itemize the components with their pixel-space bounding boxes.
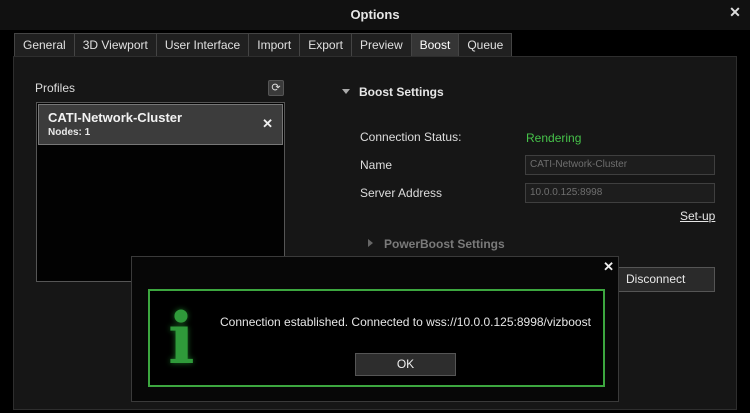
boost-settings-header[interactable]: Boost Settings <box>359 85 444 99</box>
close-icon[interactable]: ✕ <box>603 259 614 275</box>
refresh-icon[interactable]: ⟳ <box>268 80 284 96</box>
ok-button[interactable]: OK <box>355 353 456 376</box>
profile-item[interactable]: CATI-Network-Cluster Nodes: 1 ✕ <box>38 104 283 145</box>
profile-list[interactable]: CATI-Network-Cluster Nodes: 1 ✕ <box>36 102 285 282</box>
name-label: Name <box>360 158 393 172</box>
message-dialog: ✕ i Connection established. Connected to… <box>131 256 619 402</box>
tab-import[interactable]: Import <box>249 33 301 57</box>
powerboost-settings-header[interactable]: PowerBoost Settings <box>384 237 505 251</box>
connection-status-value: Rendering <box>526 131 582 145</box>
tab-boost[interactable]: Boost <box>411 33 460 57</box>
server-address-field[interactable]: 10.0.0.125:8998 <box>525 183 715 203</box>
dialog-message: Connection established. Connected to wss… <box>220 315 591 329</box>
title-bar: Options ✕ <box>0 0 750 30</box>
remove-icon[interactable]: ✕ <box>262 116 273 132</box>
connection-status-label: Connection Status: <box>360 130 462 144</box>
tab-general[interactable]: General <box>14 33 75 57</box>
tab-bar: General 3D Viewport User Interface Impor… <box>14 33 513 57</box>
name-field[interactable]: CATI-Network-Cluster <box>525 155 715 175</box>
expanded-arrow-icon[interactable] <box>342 89 350 94</box>
tab-3d-viewport[interactable]: 3D Viewport <box>74 33 157 57</box>
server-address-label: Server Address <box>360 186 443 200</box>
window-title: Options <box>350 7 400 22</box>
collapsed-arrow-icon[interactable] <box>368 239 373 247</box>
tab-queue[interactable]: Queue <box>459 33 513 57</box>
setup-link[interactable]: Set-up <box>680 209 715 223</box>
close-icon[interactable]: ✕ <box>727 4 743 20</box>
tab-preview[interactable]: Preview <box>351 33 412 57</box>
info-icon: i <box>168 297 195 380</box>
profiles-label: Profiles <box>35 81 76 95</box>
tab-user-interface[interactable]: User Interface <box>156 33 250 57</box>
dialog-content: i Connection established. Connected to w… <box>148 289 605 387</box>
tab-export[interactable]: Export <box>300 33 352 57</box>
profile-name: CATI-Network-Cluster <box>48 110 183 125</box>
profile-nodes: Nodes: 1 <box>48 127 91 138</box>
